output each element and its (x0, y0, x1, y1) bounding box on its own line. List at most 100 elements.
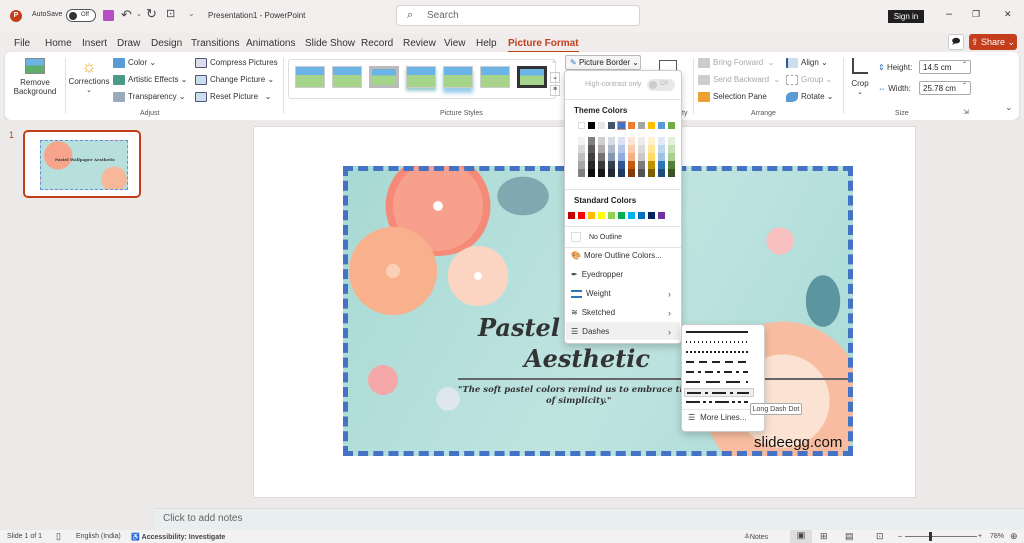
theme-shade-swatch[interactable] (578, 145, 585, 153)
zoom-in-button[interactable]: + (978, 533, 982, 540)
sketched-item[interactable]: ≋ Sketched › (571, 308, 677, 318)
tab-draw[interactable]: Draw (117, 38, 140, 49)
accessibility-status[interactable]: ♿ Accessibility: Investigate (131, 533, 225, 541)
rotate-button[interactable]: Rotate ⌄ (786, 92, 834, 102)
tab-insert[interactable]: Insert (82, 38, 107, 49)
theme-shade-swatch[interactable] (668, 153, 675, 161)
tab-animations[interactable]: Animations (246, 38, 295, 49)
standard-color-swatch[interactable] (608, 212, 615, 219)
tab-view[interactable]: View (444, 38, 466, 49)
slide-sorter-button[interactable]: ⊞ (820, 531, 828, 542)
theme-shade-swatch[interactable] (618, 145, 625, 153)
picture-style-thumb[interactable] (369, 66, 399, 88)
autosave-toggle[interactable]: Off (66, 9, 96, 22)
align-button[interactable]: Align ⌄ (786, 58, 828, 68)
crop-button[interactable]: Crop ⌄ (848, 56, 872, 102)
slideshow-view-button[interactable]: ⊡ (876, 531, 884, 542)
theme-shade-swatch[interactable] (588, 153, 595, 161)
theme-shade-swatch[interactable] (648, 137, 655, 145)
notes-pane[interactable]: Click to add notes (155, 508, 1024, 530)
width-input[interactable]: 25.78 cm ⌃ (919, 81, 971, 95)
corrections-button[interactable]: ☼ Corrections ⌄ (67, 56, 111, 102)
tab-file[interactable]: File (14, 38, 30, 49)
theme-color-swatch[interactable] (617, 121, 626, 130)
sign-in-button[interactable]: Sign in (888, 10, 924, 23)
picture-style-thumb[interactable] (517, 66, 547, 88)
reading-view-button[interactable]: ▤ (845, 531, 854, 542)
remove-background-button[interactable]: Remove Background (10, 56, 60, 102)
theme-shade-swatch[interactable] (638, 137, 645, 145)
language-indicator[interactable]: English (India) (76, 533, 121, 540)
minimize-button[interactable]: – (946, 8, 952, 20)
theme-shade-swatch[interactable] (618, 153, 625, 161)
theme-shade-swatch[interactable] (628, 161, 635, 169)
save-icon[interactable] (103, 10, 114, 21)
collapse-ribbon-button[interactable]: ⌄ (1005, 102, 1013, 113)
theme-color-swatch[interactable] (578, 122, 585, 129)
theme-color-swatch[interactable] (668, 122, 675, 129)
reset-picture-button[interactable]: Reset Picture ⌄ (195, 92, 271, 102)
weight-item[interactable]: Weight › (571, 289, 677, 299)
change-picture-button[interactable]: Change Picture ⌄ (195, 75, 274, 85)
artistic-effects-button[interactable]: Artistic Effects ⌄ (113, 75, 187, 85)
color-button[interactable]: Color ⌄ (113, 58, 156, 68)
dash-style-option[interactable] (684, 398, 754, 407)
theme-shade-swatch[interactable] (638, 169, 645, 177)
picture-style-thumb[interactable] (480, 66, 510, 88)
theme-shade-swatch[interactable] (628, 169, 635, 177)
theme-shade-swatch[interactable] (588, 145, 595, 153)
tab-review[interactable]: Review (403, 38, 436, 49)
height-input[interactable]: 14.5 cm ⌃ (919, 60, 971, 74)
standard-color-swatch[interactable] (568, 212, 575, 219)
fit-to-window-icon[interactable]: ⊕ (1010, 531, 1018, 542)
tab-transitions[interactable]: Transitions (191, 38, 240, 49)
tab-record[interactable]: Record (361, 38, 393, 49)
theme-shade-swatch[interactable] (628, 145, 635, 153)
size-dialog-launcher-icon[interactable]: ⇲ (963, 108, 969, 116)
selection-pane-button[interactable]: Selection Pane (698, 92, 767, 102)
theme-shade-swatch[interactable] (648, 169, 655, 177)
theme-shade-swatch[interactable] (668, 169, 675, 177)
theme-shade-swatch[interactable] (588, 169, 595, 177)
gallery-more[interactable]: ≡ (550, 85, 560, 96)
compress-pictures-button[interactable]: Compress Pictures (195, 58, 278, 68)
group-button[interactable]: Group ⌄ (786, 75, 832, 85)
theme-shade-swatch[interactable] (658, 145, 665, 153)
zoom-out-button[interactable]: – (898, 533, 902, 540)
theme-shade-swatch[interactable] (658, 137, 665, 145)
theme-shade-swatch[interactable] (628, 137, 635, 145)
theme-shade-swatch[interactable] (658, 153, 665, 161)
send-backward-button[interactable]: Send Backward ⌄ (698, 75, 780, 85)
theme-shade-swatch[interactable] (668, 145, 675, 153)
theme-shade-swatch[interactable] (608, 161, 615, 169)
standard-color-swatch[interactable] (658, 212, 665, 219)
theme-shade-swatch[interactable] (598, 153, 605, 161)
theme-shade-swatch[interactable] (588, 161, 595, 169)
theme-color-swatch[interactable] (598, 122, 605, 129)
standard-color-swatch[interactable] (648, 212, 655, 219)
standard-color-swatch[interactable] (578, 212, 585, 219)
theme-shade-swatch[interactable] (618, 169, 625, 177)
theme-shade-swatch[interactable] (648, 153, 655, 161)
transparency-button[interactable]: Transparency ⌄ (113, 92, 186, 102)
theme-shade-swatch[interactable] (598, 161, 605, 169)
theme-shade-swatch[interactable] (658, 169, 665, 177)
standard-color-swatch[interactable] (628, 212, 635, 219)
theme-color-swatch[interactable] (588, 122, 595, 129)
theme-color-swatch[interactable] (608, 122, 615, 129)
standard-color-swatch[interactable] (588, 212, 595, 219)
theme-shade-swatch[interactable] (618, 137, 625, 145)
slide-thumbnail[interactable]: Pastel Wallpaper Aesthetic (23, 130, 141, 198)
theme-shade-swatch[interactable] (608, 153, 615, 161)
theme-shade-swatch[interactable] (608, 137, 615, 145)
search-box[interactable]: ⌕ Search (396, 5, 640, 26)
standard-color-swatch[interactable] (598, 212, 605, 219)
theme-shade-swatch[interactable] (638, 145, 645, 153)
gallery-scroll-up[interactable]: ⌃ (551, 60, 557, 68)
theme-shade-swatch[interactable] (658, 161, 665, 169)
more-lines-item[interactable]: ☰ More Lines... (688, 413, 746, 422)
theme-shade-swatch[interactable] (598, 169, 605, 177)
theme-shade-swatch[interactable] (668, 161, 675, 169)
tab-home[interactable]: Home (45, 38, 72, 49)
high-contrast-toggle[interactable]: Off (647, 79, 675, 91)
